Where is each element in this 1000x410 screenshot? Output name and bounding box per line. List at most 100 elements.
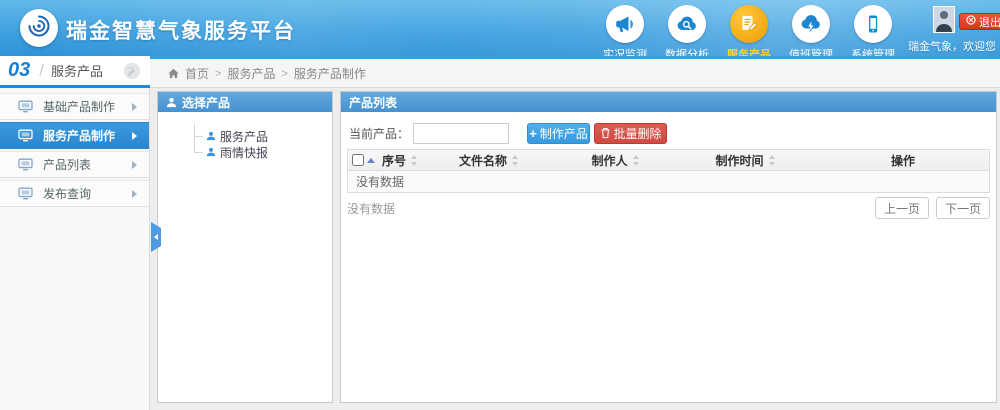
select-all-checkbox[interactable] (352, 154, 364, 166)
chevron-right-icon (132, 161, 137, 169)
megaphone-icon (606, 5, 644, 43)
nav-item-service-products[interactable]: 服务产品 (721, 5, 777, 62)
select-product-panel: 选择产品 服务产品 雨情快报 (157, 91, 333, 403)
main-nav: 实况监测 数据分析 (597, 5, 907, 62)
panel-collapse-handle[interactable] (151, 222, 161, 252)
table-header-row: 序号 文件名称 制作人 制作时间 操作 (347, 149, 990, 171)
phone-icon (854, 5, 892, 43)
section-slash: / (39, 61, 44, 81)
table-empty-text: 没有数据 (356, 173, 404, 190)
prev-page-button[interactable]: 上一页 (875, 197, 929, 219)
tree-node-label: 雨情快报 (220, 144, 268, 161)
column-label: 文件名称 (459, 152, 507, 169)
nav-item-data-analysis[interactable]: 数据分析 (659, 5, 715, 62)
sort-icon (512, 155, 519, 166)
chevron-right-icon (132, 132, 137, 140)
monitor-icon (18, 187, 33, 200)
sort-icon (411, 155, 418, 166)
section-block: 03 / 服务产品 (0, 56, 150, 88)
weather-spiral-icon (24, 11, 54, 46)
sidebar-item-label: 基础产品制作 (43, 98, 115, 115)
breadcrumb: 首页 > 服务产品 > 服务产品制作 (168, 59, 366, 88)
section-number: 03 (8, 59, 30, 82)
chevron-right-icon (132, 103, 137, 111)
sidebar-item-service-product-making[interactable]: 服务产品制作 (0, 122, 149, 149)
product-tree: 服务产品 雨情快报 (158, 112, 332, 160)
breadcrumb-level1[interactable]: 服务产品 (227, 65, 275, 82)
next-page-button[interactable]: 下一页 (936, 197, 990, 219)
table-empty-row: 没有数据 (347, 171, 990, 193)
person-icon (166, 97, 177, 108)
column-label: 制作人 (591, 152, 627, 169)
sidebar-item-product-list[interactable]: 产品列表 (0, 151, 149, 178)
batch-delete-label: 批量删除 (614, 125, 662, 142)
logout-circle-x-icon (966, 15, 976, 28)
chevron-left-icon (154, 234, 158, 240)
logout-button[interactable]: 退出 (959, 13, 1000, 30)
footer-empty-text: 没有数据 (347, 200, 395, 217)
select-panel-title: 选择产品 (182, 94, 230, 111)
column-header-index[interactable]: 序号 (379, 152, 421, 169)
chevron-right-icon (132, 190, 137, 198)
plus-icon: + (529, 126, 537, 141)
sort-icon (633, 155, 640, 166)
top-header: 瑞金智慧气象服务平台 实况监测 (0, 0, 1000, 56)
sidebar-item-label: 发布查询 (43, 185, 91, 202)
column-header-maker[interactable]: 制作人 (557, 152, 674, 169)
make-product-label: 制作产品 (540, 125, 588, 142)
person-icon (206, 131, 216, 141)
pagination: 上一页 下一页 (875, 197, 990, 219)
batch-delete-button[interactable]: 批量删除 (594, 123, 667, 144)
section-title: 服务产品 (51, 61, 103, 80)
cloud-bolt-icon (792, 5, 830, 43)
page-title: 瑞金智慧气象服务平台 (66, 15, 296, 45)
column-label: 序号 (382, 152, 406, 169)
product-list-panel: 产品列表 当前产品： + 制作产品 批量删除 (340, 91, 997, 403)
column-header-time[interactable]: 制作时间 (674, 152, 817, 169)
column-label: 操作 (891, 152, 915, 169)
logo (20, 9, 58, 47)
sidebar-item-basic-product-making[interactable]: 基础产品制作 (0, 93, 149, 120)
select-all-cell (348, 154, 379, 166)
sidebar-item-publish-query[interactable]: 发布查询 (0, 180, 149, 207)
sort-asc-icon (367, 158, 375, 163)
tree-node-service-product[interactable]: 服务产品 (194, 128, 332, 144)
column-header-filename[interactable]: 文件名称 (421, 152, 557, 169)
sidebar: 基础产品制作 服务产品制作 产品列表 发布查询 (0, 88, 150, 410)
home-icon (168, 68, 179, 79)
product-table: 序号 文件名称 制作人 制作时间 操作 (347, 149, 990, 193)
sidebar-item-label: 服务产品制作 (43, 127, 115, 144)
current-product-label: 当前产品： (349, 125, 409, 142)
cloud-search-icon (668, 5, 706, 43)
column-label: 制作时间 (715, 152, 763, 169)
sort-icon (769, 155, 776, 166)
nav-item-duty-management[interactable]: 值班管理 (783, 5, 839, 62)
trash-icon (600, 127, 611, 139)
sidebar-item-label: 产品列表 (43, 156, 91, 173)
breadcrumb-separator: > (281, 68, 287, 80)
monitor-icon (18, 129, 33, 142)
tree-node-rain-report[interactable]: 雨情快报 (194, 144, 332, 160)
welcome-text: 瑞金气象，欢迎您 (908, 38, 996, 54)
list-panel-title: 产品列表 (349, 94, 397, 111)
nav-item-system-management[interactable]: 系统管理 (845, 5, 901, 62)
doc-edit-icon (730, 5, 768, 43)
tree-node-label: 服务产品 (220, 128, 268, 145)
user-avatar[interactable] (933, 6, 955, 33)
monitor-icon (18, 100, 33, 113)
nav-item-realtime-monitor[interactable]: 实况监测 (597, 5, 653, 62)
app-window: 瑞金智慧气象服务平台 实况监测 (0, 0, 1000, 410)
breadcrumb-home[interactable]: 首页 (185, 65, 209, 82)
breadcrumb-level2: 服务产品制作 (294, 65, 366, 82)
stamp-pencil-icon (122, 61, 142, 81)
table-footer: 没有数据 上一页 下一页 (347, 197, 990, 219)
sub-header: 03 / 服务产品 首页 > 服务产品 > 服务产品制作 (0, 56, 1000, 88)
person-icon (206, 147, 216, 157)
make-product-button[interactable]: + 制作产品 (527, 123, 590, 144)
current-product-input[interactable] (413, 123, 509, 144)
list-controls: 当前产品： + 制作产品 批量删除 (349, 122, 988, 144)
monitor-icon (18, 158, 33, 171)
logout-label: 退出 (979, 14, 1000, 30)
column-header-action: 操作 (817, 152, 989, 169)
product-list-header: 产品列表 (341, 92, 996, 112)
